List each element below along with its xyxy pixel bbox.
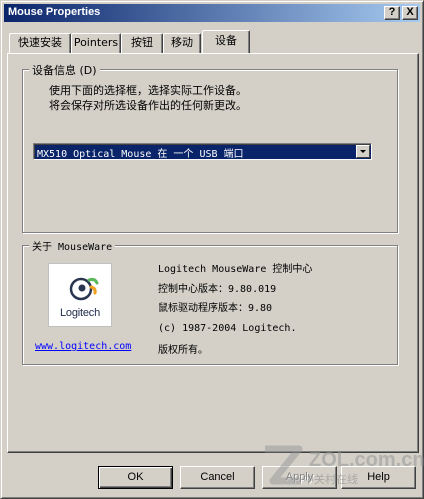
about-control-center-version: 控制中心版本：9.80.019 [158, 284, 277, 295]
device-description-line-2: 将会保存对所选设备作出的任何新更改。 [49, 99, 247, 112]
about-driver-version: 鼠标驱动程序版本：9.80 [158, 303, 273, 314]
mouse-properties-dialog: Mouse Properties ? X 快速安装 Pointers 按钮 移动… [0, 0, 424, 499]
cancel-button[interactable]: Cancel [180, 466, 255, 489]
devices-tab-panel: 设备信息 (D) 使用下面的选择框，选择实际工作设备。 将会保存对所选设备作出的… [7, 53, 419, 453]
about-rights: 版权所有。 [158, 345, 208, 356]
window-title: Mouse Properties [8, 6, 101, 18]
about-copyright: (c) 1987-2004 Logitech. [158, 323, 297, 334]
tab-devices[interactable]: 设备 [202, 30, 250, 53]
about-mouseware-group: 关于 MouseWare Logitech Logitech MouseWare… [22, 238, 398, 365]
device-description-line-1: 使用下面的选择框，选择实际工作设备。 [49, 84, 247, 97]
help-title-button[interactable]: ? [384, 6, 400, 20]
about-legend: 关于 MouseWare [29, 238, 116, 253]
close-button[interactable]: X [402, 6, 418, 20]
title-bar[interactable]: Mouse Properties ? X [4, 4, 420, 22]
device-select-value: MX510 Optical Mouse 在 一个 USB 端口 [37, 149, 244, 160]
ok-button[interactable]: OK [98, 466, 173, 489]
help-button[interactable]: Help [341, 466, 416, 489]
tab-pointers[interactable]: Pointers [71, 33, 121, 53]
about-product-line: Logitech MouseWare 控制中心 [158, 264, 313, 275]
device-info-group: 设备信息 (D) 使用下面的选择框，选择实际工作设备。 将会保存对所选设备作出的… [22, 62, 398, 233]
apply-button[interactable]: Apply [262, 466, 337, 489]
tab-buttons[interactable]: 按钮 [121, 33, 163, 53]
device-info-legend: 设备信息 (D) [29, 62, 100, 78]
tab-motion[interactable]: 移动 [163, 33, 201, 53]
tab-quick-setup[interactable]: 快速安装 [9, 33, 71, 53]
device-select[interactable]: MX510 Optical Mouse 在 一个 USB 端口 [33, 143, 372, 160]
chevron-down-icon[interactable] [356, 145, 370, 158]
logitech-website-link[interactable]: www.logitech.com [35, 341, 131, 352]
logitech-logo: Logitech [48, 263, 112, 327]
logo-wordmark: Logitech [60, 307, 100, 319]
